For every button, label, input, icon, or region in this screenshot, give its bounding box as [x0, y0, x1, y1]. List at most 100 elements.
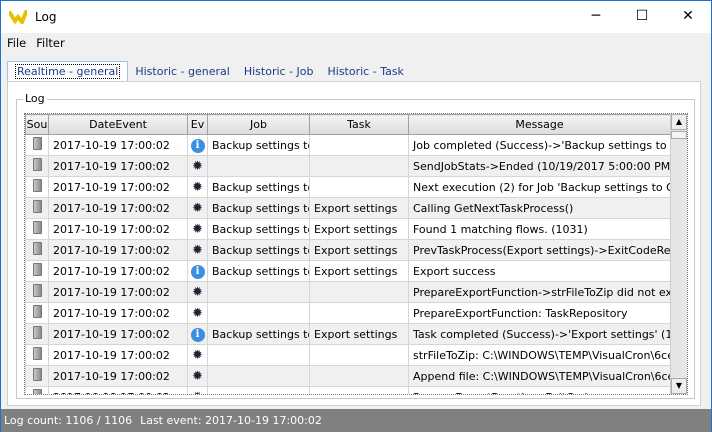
info-icon: i	[190, 327, 205, 342]
table-row[interactable]: 2017-10-19 17:00:02 ✹ PrepareExportFunct…	[25, 386, 671, 394]
server-icon	[32, 263, 42, 276]
debug-bug-icon: ✹	[192, 158, 203, 174]
task-cell	[309, 176, 409, 198]
scroll-up-button[interactable]: ▲	[671, 114, 687, 130]
server-icon	[32, 326, 42, 339]
source-cell	[25, 239, 49, 261]
column-header-task[interactable]: Task	[309, 114, 409, 135]
job-cell	[207, 302, 310, 324]
table-row[interactable]: 2017-10-19 17:00:02 i Backup settings to…	[25, 323, 671, 345]
maximize-button[interactable]: ☐	[619, 1, 665, 31]
server-icon	[32, 221, 42, 234]
window-title: Log	[35, 10, 57, 24]
tab-label: Realtime - general	[15, 64, 121, 79]
message-cell: PrepareExportFunction: ExitCode	[408, 386, 671, 394]
job-cell	[207, 155, 310, 177]
event-cell: ✹	[187, 386, 208, 394]
log-grid[interactable]: Sou DateEvent Ev Job Task Message 2017-10-19 …	[24, 113, 688, 395]
job-cell	[207, 386, 310, 394]
info-icon: i	[190, 264, 205, 279]
date-cell: 2017-10-19 17:00:02	[48, 365, 188, 387]
table-row[interactable]: 2017-10-19 17:00:02 ✹ SendJobStats->Ende…	[25, 155, 671, 177]
event-cell: ✹	[187, 365, 208, 387]
message-cell: PrepareExportFunction->strFileToZip did …	[408, 281, 671, 303]
server-icon	[32, 200, 42, 213]
vertical-scrollbar[interactable]: ▲ ▼	[670, 114, 687, 394]
debug-bug-icon: ✹	[192, 368, 203, 384]
table-row[interactable]: 2017-10-19 17:00:02 ✹ Backup settings to…	[25, 239, 671, 261]
event-cell: ✹	[187, 281, 208, 303]
close-button[interactable]: ✕	[665, 1, 711, 31]
server-icon	[32, 284, 42, 297]
info-icon: i	[190, 138, 205, 153]
menu-filter[interactable]: Filter	[30, 36, 68, 50]
source-cell	[25, 323, 49, 345]
source-cell	[25, 365, 49, 387]
menu-bar: File Filter	[1, 33, 711, 53]
job-cell	[207, 365, 310, 387]
debug-bug-icon: ✹	[192, 179, 203, 195]
scroll-thumb[interactable]	[671, 131, 687, 139]
task-cell: Export settings	[309, 197, 409, 219]
server-icon	[32, 137, 42, 150]
task-cell: Export settings	[309, 239, 409, 261]
tab-historic-task[interactable]: Historic - Task	[321, 62, 411, 82]
table-row[interactable]: 2017-10-19 17:00:02 ✹ PrepareExportFunct…	[25, 302, 671, 324]
job-cell: Backup settings to	[207, 239, 310, 261]
menu-file[interactable]: File	[1, 36, 30, 50]
source-cell	[25, 281, 49, 303]
table-row[interactable]: 2017-10-19 17:00:02 ✹ Backup settings to…	[25, 176, 671, 198]
debug-bug-icon: ✹	[192, 200, 203, 216]
scroll-down-button[interactable]: ▼	[671, 378, 687, 394]
event-cell: i	[187, 260, 208, 282]
source-cell	[25, 155, 49, 177]
table-row[interactable]: 2017-10-19 17:00:02 ✹ Append file: C:\WI…	[25, 365, 671, 387]
column-header-message[interactable]: Message	[408, 114, 671, 135]
message-cell: Job completed (Success)->'Backup setting…	[408, 134, 671, 156]
table-row[interactable]: 2017-10-19 17:00:02 ✹ PrepareExportFunct…	[25, 281, 671, 303]
debug-bug-icon: ✹	[192, 347, 203, 363]
date-cell: 2017-10-19 17:00:02	[48, 134, 188, 156]
event-cell: ✹	[187, 197, 208, 219]
table-row[interactable]: 2017-10-19 17:00:02 ✹ Backup settings to…	[25, 197, 671, 219]
server-icon	[32, 158, 42, 171]
date-cell: 2017-10-19 17:00:02	[48, 386, 188, 394]
source-cell	[25, 386, 49, 394]
date-cell: 2017-10-19 17:00:02	[48, 302, 188, 324]
message-cell: Task completed (Success)->'Export settin…	[408, 323, 671, 345]
column-header-ev[interactable]: Ev	[187, 114, 208, 135]
table-row[interactable]: 2017-10-19 17:00:02 ✹ Backup settings to…	[25, 218, 671, 240]
event-cell: i	[187, 323, 208, 345]
message-cell: SendJobStats->Ended (10/19/2017 5:00:00 …	[408, 155, 671, 177]
minimize-button[interactable]: ─	[573, 1, 619, 31]
source-cell	[25, 134, 49, 156]
app-logo-icon	[9, 10, 27, 24]
task-cell	[309, 344, 409, 366]
date-cell: 2017-10-19 17:00:02	[48, 197, 188, 219]
task-cell: Export settings	[309, 260, 409, 282]
tab-historic-job[interactable]: Historic - Job	[237, 62, 321, 82]
job-cell: Backup settings to	[207, 134, 310, 156]
task-cell	[309, 302, 409, 324]
debug-bug-icon: ✹	[192, 284, 203, 300]
debug-bug-icon: ✹	[192, 221, 203, 237]
source-cell	[25, 260, 49, 282]
task-cell	[309, 155, 409, 177]
date-cell: 2017-10-19 17:00:02	[48, 176, 188, 198]
column-header-sou[interactable]: Sou	[25, 114, 49, 135]
table-row[interactable]: 2017-10-19 17:00:02 i Backup settings to…	[25, 134, 671, 156]
log-group: Log Sou DateEvent Ev Job Task Message 2017-10…	[16, 92, 695, 399]
table-row[interactable]: 2017-10-19 17:00:02 i Backup settings to…	[25, 260, 671, 282]
tab-historic-general[interactable]: Historic - general	[128, 62, 237, 82]
table-row[interactable]: 2017-10-19 17:00:02 ✹ strFileToZip: C:\W…	[25, 344, 671, 366]
server-icon	[32, 179, 42, 192]
group-label: Log	[23, 92, 47, 105]
event-cell: ✹	[187, 239, 208, 261]
tab-realtime-general[interactable]: Realtime - general	[7, 61, 129, 82]
server-icon	[32, 242, 42, 255]
column-header-job[interactable]: Job	[207, 114, 310, 135]
source-cell	[25, 176, 49, 198]
column-header-dateevent[interactable]: DateEvent	[48, 114, 188, 135]
source-cell	[25, 302, 49, 324]
message-cell: strFileToZip: C:\WINDOWS\TEMP\VisualCron…	[408, 344, 671, 366]
